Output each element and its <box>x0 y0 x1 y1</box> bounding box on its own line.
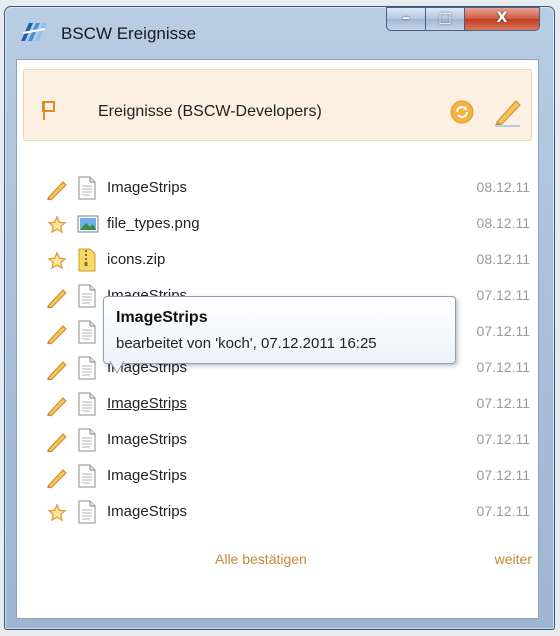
event-file-name[interactable]: ImageStrips <box>107 395 187 412</box>
pencil-icon[interactable] <box>492 97 522 127</box>
pencil-icon <box>45 393 69 417</box>
event-date: 07.12.11 <box>476 359 530 375</box>
event-date: 07.12.11 <box>476 467 530 483</box>
pencil-icon <box>45 177 69 201</box>
event-date: 07.12.11 <box>476 287 530 303</box>
event-date: 08.12.11 <box>476 179 530 195</box>
maximize-button[interactable]: □ <box>425 7 465 31</box>
flag-icon <box>42 101 55 120</box>
document-icon <box>77 356 97 380</box>
refresh-icon[interactable] <box>450 100 474 124</box>
document-icon <box>77 500 97 524</box>
bscw-app-icon <box>21 23 47 41</box>
document-icon <box>77 176 97 200</box>
event-file-name[interactable]: file_types.png <box>107 215 200 232</box>
star-icon <box>45 501 69 525</box>
tooltip-detail: bearbeitet von 'koch', 07.12.2011 16:25 <box>116 335 377 352</box>
next-link[interactable]: weiter <box>495 551 532 567</box>
star-icon <box>45 213 69 237</box>
pencil-icon <box>45 429 69 453</box>
event-date: 08.12.11 <box>476 215 530 231</box>
event-row[interactable]: ImageStrips 07.12.11 <box>17 461 538 497</box>
event-date: 07.12.11 <box>476 323 530 339</box>
minimize-button[interactable]: – <box>386 7 426 31</box>
event-tooltip: ImageStrips bearbeitet von 'koch', 07.12… <box>103 296 456 364</box>
event-date: 07.12.11 <box>476 503 530 519</box>
event-file-name[interactable]: ImageStrips <box>107 503 187 520</box>
confirm-all-link[interactable]: Alle bestätigen <box>215 551 307 567</box>
minimize-icon: – <box>402 10 410 26</box>
header-title: Ereignisse (BSCW-Developers) <box>98 103 322 120</box>
document-icon <box>77 464 97 488</box>
star-icon <box>45 249 69 273</box>
maximize-icon: □ <box>438 10 452 26</box>
document-icon <box>77 392 97 416</box>
events-header: Ereignisse (BSCW-Developers) <box>23 69 532 141</box>
event-row[interactable]: ImageStrips 08.12.11 <box>17 173 538 209</box>
event-row[interactable]: ImageStrips 07.12.11 <box>17 425 538 461</box>
event-date: 07.12.11 <box>476 431 530 447</box>
tooltip-pointer <box>110 361 124 374</box>
close-button[interactable]: X <box>464 7 540 31</box>
event-date: 07.12.11 <box>476 395 530 411</box>
close-icon: X <box>496 10 508 26</box>
event-date: 08.12.11 <box>476 251 530 267</box>
event-row[interactable]: file_types.png 08.12.11 <box>17 209 538 245</box>
event-file-name[interactable]: ImageStrips <box>107 467 187 484</box>
event-row[interactable]: ImageStrips 07.12.11 <box>17 389 538 425</box>
pencil-icon <box>45 357 69 381</box>
pencil-icon <box>45 285 69 309</box>
image-file-icon <box>77 212 99 236</box>
zip-file-icon <box>77 248 97 272</box>
title-bar[interactable]: BSCW Ereignisse – □ X <box>5 7 554 57</box>
event-row[interactable]: icons.zip 08.12.11 <box>17 245 538 281</box>
document-icon <box>77 428 97 452</box>
document-icon <box>77 320 97 344</box>
event-row[interactable]: ImageStrips 07.12.11 <box>17 497 538 533</box>
event-file-name[interactable]: ImageStrips <box>107 431 187 448</box>
document-icon <box>77 284 97 308</box>
event-file-name[interactable]: ImageStrips <box>107 179 187 196</box>
tooltip-title: ImageStrips <box>116 309 208 326</box>
window-title: BSCW Ereignisse <box>61 24 197 43</box>
event-file-name[interactable]: icons.zip <box>107 251 165 268</box>
pencil-icon <box>45 321 69 345</box>
pencil-icon <box>45 465 69 489</box>
